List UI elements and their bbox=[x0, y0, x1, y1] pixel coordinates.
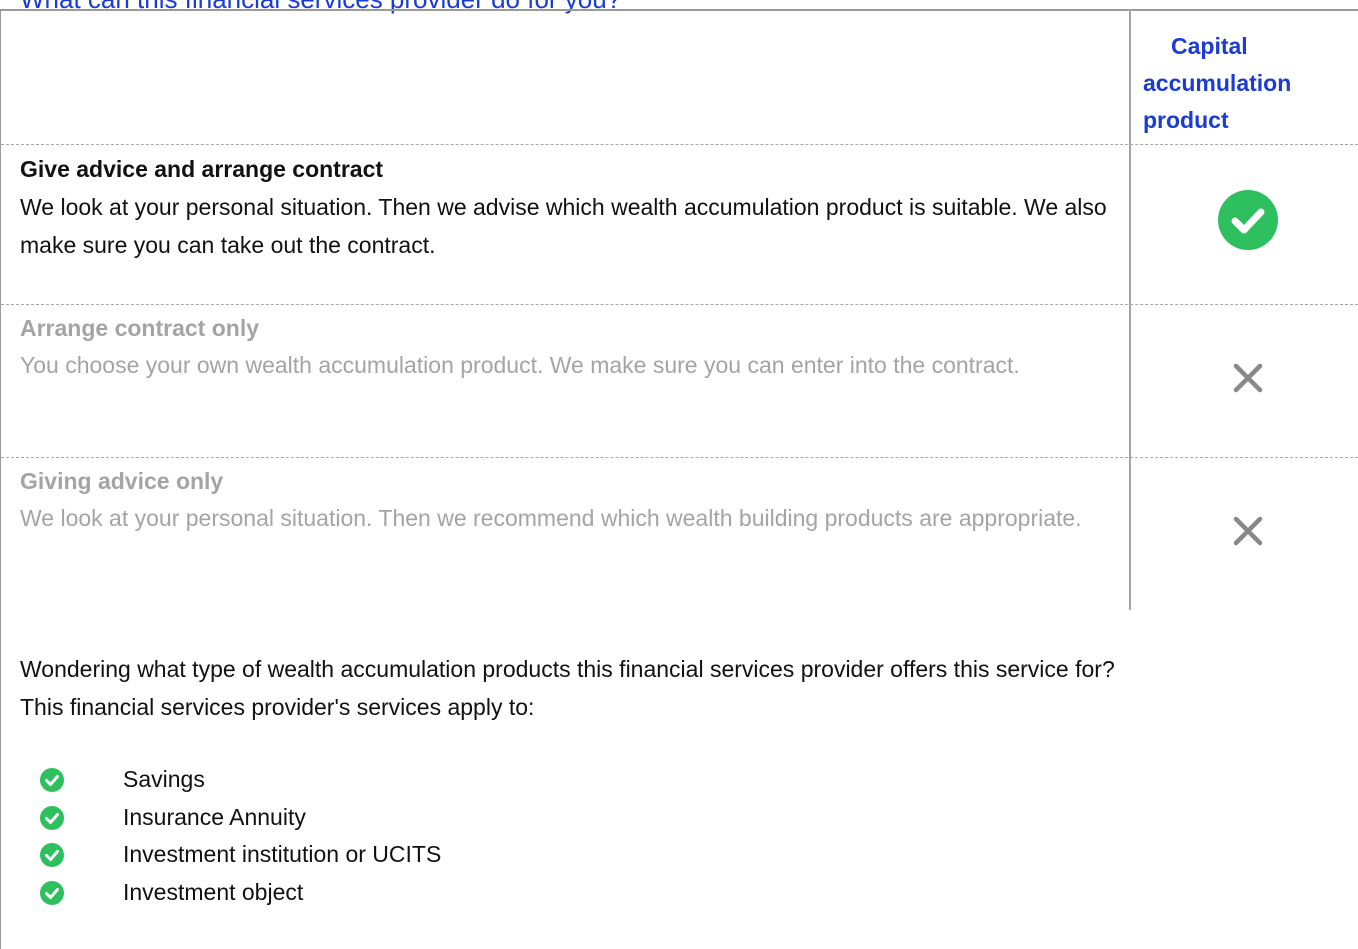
products-intro-question: Wondering what type of wealth accumulati… bbox=[20, 656, 1115, 682]
row-title-advice-and-contract: Give advice and arrange contract bbox=[20, 156, 384, 182]
row-description-advice-and-contract: We look at your personal situation. Then… bbox=[20, 194, 1107, 258]
list-item-label: Investment institution or UCITS bbox=[123, 841, 442, 867]
list-item-label: Savings bbox=[123, 766, 205, 792]
check-icon bbox=[40, 805, 64, 830]
list-item: Investment object bbox=[40, 874, 441, 912]
row-divider bbox=[1, 457, 1358, 458]
column-header-capital-accumulation: Capital accumulation product bbox=[1143, 33, 1292, 133]
check-icon bbox=[40, 768, 64, 792]
list-item: Insurance Annuity bbox=[40, 799, 441, 837]
list-item: Savings bbox=[40, 761, 441, 799]
products-intro-applies: This financial services provider's servi… bbox=[20, 694, 535, 720]
list-item-label: Investment object bbox=[123, 878, 304, 905]
check-icon bbox=[40, 880, 64, 905]
list-item-label: Insurance Annuity bbox=[123, 803, 306, 830]
check-icon bbox=[1218, 190, 1278, 250]
row-divider bbox=[1, 304, 1358, 305]
row-divider bbox=[1, 144, 1358, 145]
cross-icon bbox=[1233, 516, 1263, 546]
row-description-giving-advice-only: We look at your personal situation. Then… bbox=[20, 505, 1082, 531]
row-title-giving-advice-only: Giving advice only bbox=[20, 468, 224, 494]
list-item: Investment institution or UCITS bbox=[40, 836, 441, 874]
products-intro: Wondering what type of wealth accumulati… bbox=[20, 650, 1340, 726]
check-icon bbox=[40, 843, 64, 867]
product-list: Savings Insurance Annuity Investment ins… bbox=[40, 761, 441, 911]
cross-icon bbox=[1233, 363, 1263, 393]
row-title-arrange-contract-only: Arrange contract only bbox=[20, 315, 259, 341]
column-divider bbox=[1129, 9, 1131, 610]
row-description-arrange-contract-only: You choose your own wealth accumulation … bbox=[20, 352, 1020, 378]
